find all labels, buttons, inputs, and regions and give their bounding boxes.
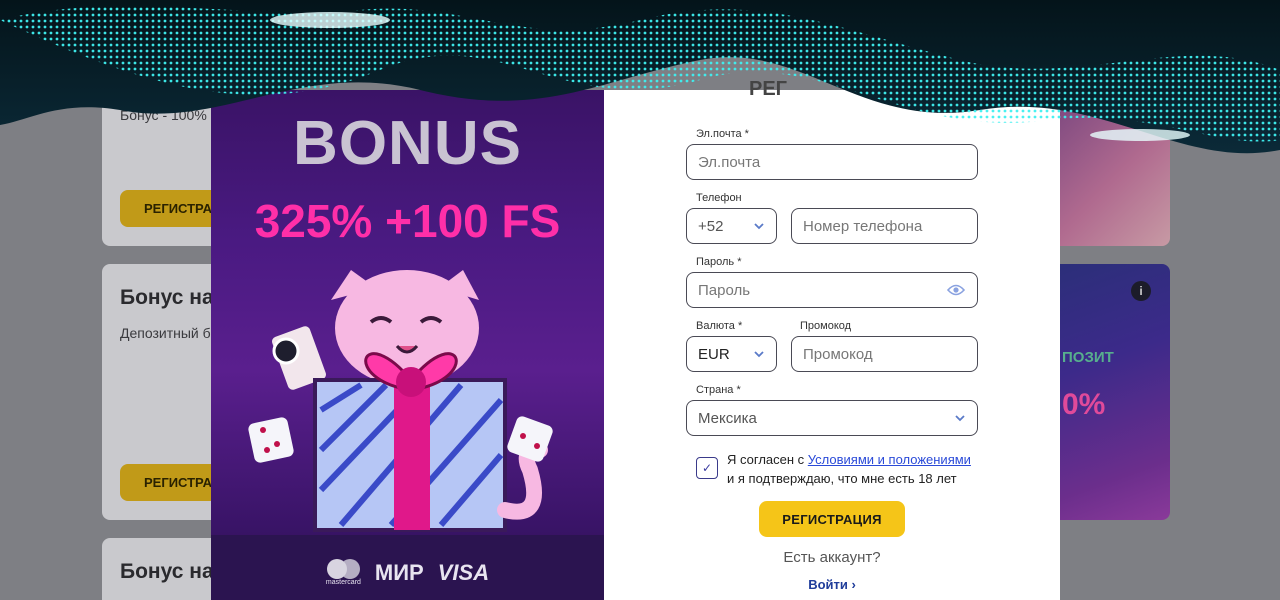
promocode-label: Промокод [800, 320, 852, 332]
terms-link[interactable]: Условиями и положениями [808, 452, 971, 467]
payment-footer: mastercard МИР VISA [211, 535, 604, 600]
bg-offer-text: Бонус - 100% [120, 107, 207, 123]
terms-text: Я согласен с Условиями и положениями и я… [727, 452, 971, 486]
register-button[interactable]: РЕГИСТРАЦИЯ [759, 501, 905, 537]
country-select[interactable]: Мексика [686, 400, 978, 436]
bg-offer-heading: Бонус на [120, 286, 214, 309]
promo-bonus-word: BONUS [293, 109, 522, 178]
promo-banner: BONUS 325% +100 FS mastercard МИР VISA [211, 90, 604, 600]
visa-logo: VISA [437, 559, 490, 585]
currency-select[interactable]: EUR [686, 336, 777, 372]
mastercard-icon: mastercard [326, 559, 361, 586]
cat-gift-illustration [248, 270, 553, 532]
bg-deposit-label: ПОЗИТ [1062, 349, 1114, 366]
promo-bonus-amount: 325% +100 FS [254, 195, 561, 247]
currency-label: Валюта * [696, 320, 743, 332]
bg-offer-heading: Бонус на [120, 560, 214, 583]
registration-form: РЕГ Эл.почта * Эл.почта Телефон +52 Номе… [604, 78, 1060, 600]
phone-code-select[interactable]: +52 [686, 208, 777, 244]
info-icon[interactable]: i [1131, 281, 1151, 301]
have-account-text: Есть аккаунт? [783, 549, 881, 566]
bg-offer-text: Депозитный б [120, 325, 211, 341]
chevron-down-icon [754, 351, 764, 358]
password-field[interactable]: Пароль [686, 272, 978, 308]
chevron-down-icon [955, 415, 965, 422]
email-field[interactable]: Эл.почта [686, 144, 978, 180]
mir-logo: МИР [374, 559, 424, 585]
login-link[interactable]: Войти › [604, 577, 1060, 592]
country-label: Страна * [696, 384, 741, 396]
email-label: Эл.почта * [696, 128, 749, 140]
password-label: Пароль * [696, 256, 742, 268]
form-title: РЕГ [749, 78, 788, 100]
bg-deposit-percent: 0% [1062, 388, 1106, 421]
promocode-field[interactable]: Промокод [791, 336, 978, 372]
terms-checkbox[interactable]: ✓ [696, 457, 718, 479]
eye-icon[interactable] [947, 283, 965, 297]
check-icon: ✓ [701, 461, 713, 475]
phone-label: Телефон [696, 192, 742, 204]
chevron-down-icon [754, 223, 764, 230]
phone-field[interactable]: Номер телефона [791, 208, 978, 244]
payment-logos: mastercard МИР VISA [211, 559, 604, 586]
